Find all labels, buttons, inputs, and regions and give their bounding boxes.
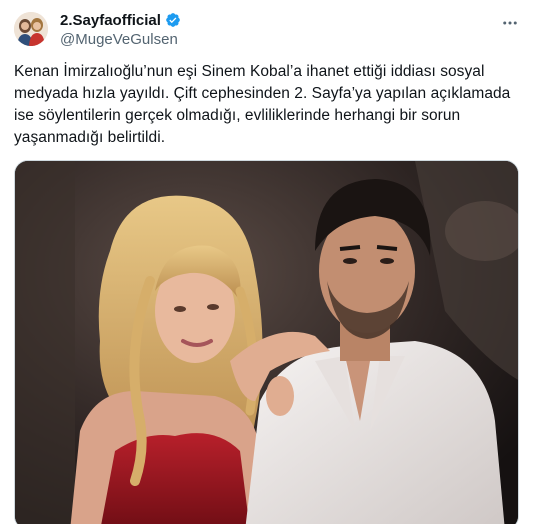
tweet-text-line: ise söylentilerin gerçek olmadığı, evlil… <box>14 107 461 124</box>
more-options-button[interactable] <box>499 12 521 34</box>
profile-avatar-icon <box>14 12 48 46</box>
verified-badge-icon <box>165 12 181 28</box>
author-avatar[interactable] <box>14 12 48 46</box>
author-handle[interactable]: @MugeVeGulsen <box>60 31 181 48</box>
tweet-text: Kenan İmirzalıoğlu’nun eşi Sinem Kobal’a… <box>14 61 519 149</box>
tweet-text-line: yaşanmadığı belirtildi. <box>14 129 166 146</box>
couple-photo-image <box>15 161 518 524</box>
tweet-text-line: medyada hızla yayıldı. Çift cephesinden … <box>14 85 511 102</box>
tweet[interactable]: 2.Sayfaofficial @MugeVeGulsen Kenan İmir… <box>0 0 533 524</box>
more-horizontal-icon <box>503 21 517 25</box>
tweet-photo[interactable] <box>14 160 519 524</box>
author-info: 2.Sayfaofficial @MugeVeGulsen <box>60 10 181 48</box>
tweet-text-line: Kenan İmirzalıoğlu’nun eşi Sinem Kobal’a… <box>14 63 485 80</box>
author-display-name[interactable]: 2.Sayfaofficial <box>60 12 161 29</box>
